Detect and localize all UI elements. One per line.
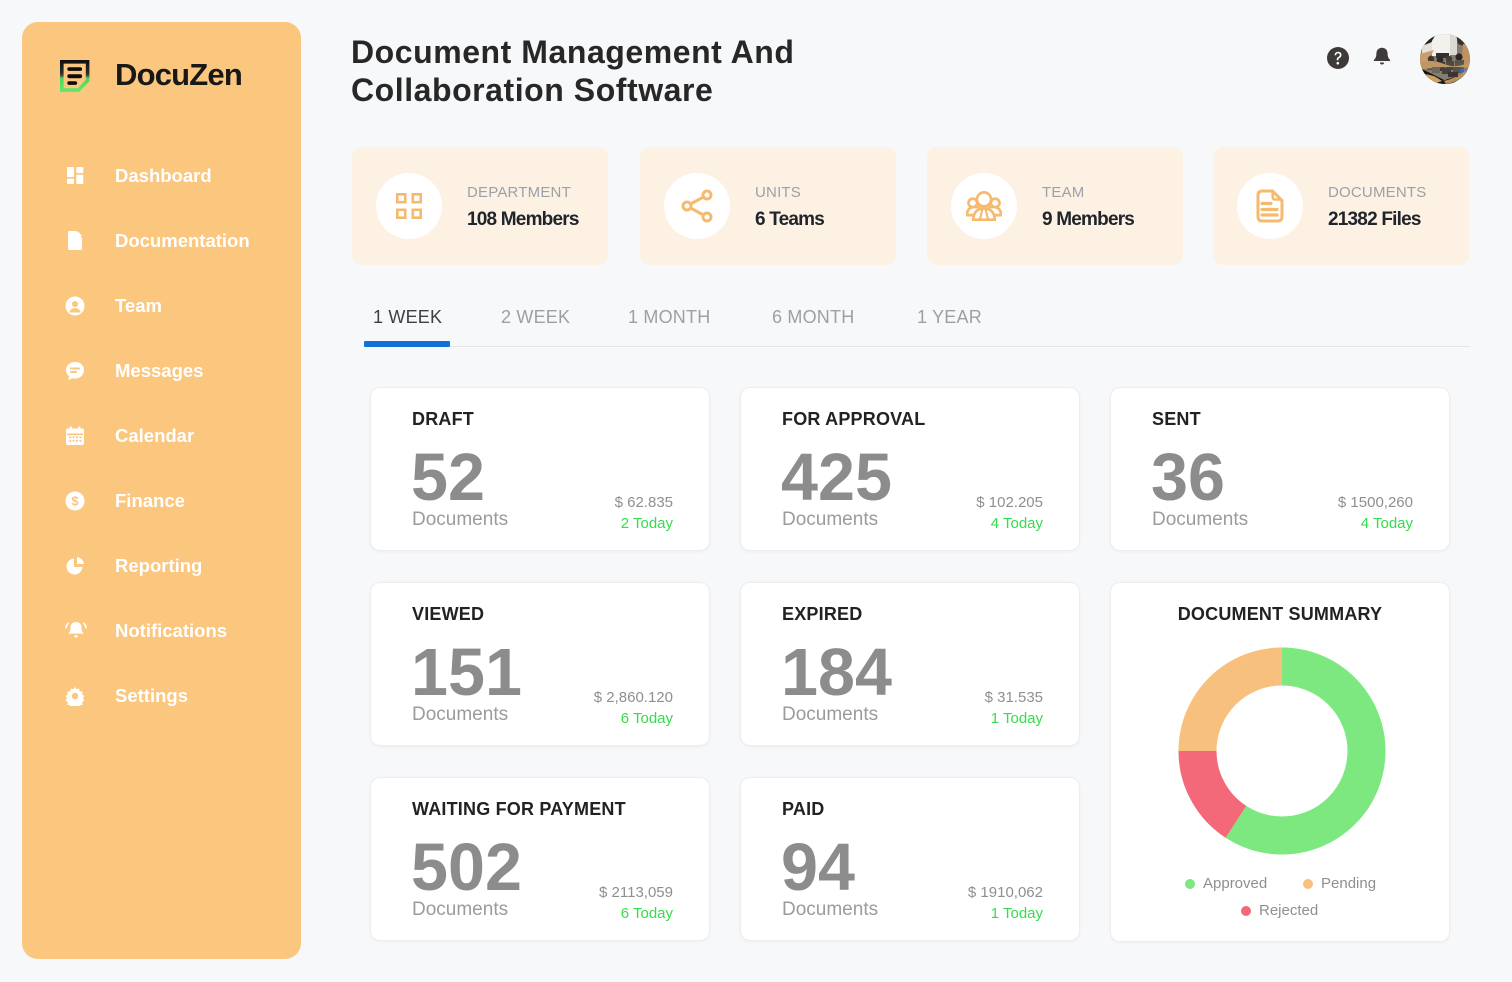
svg-text:$: $	[71, 494, 79, 509]
